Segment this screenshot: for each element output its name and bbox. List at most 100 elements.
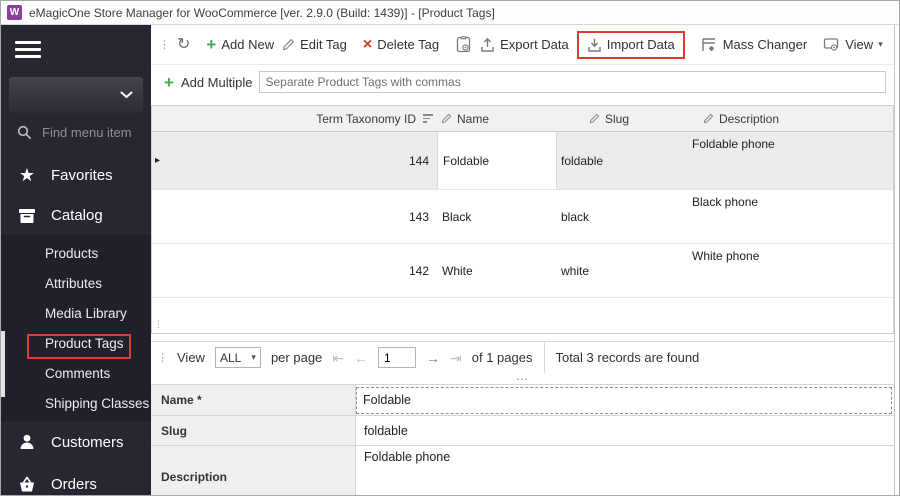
sidebar-item-shipping-classes[interactable]: Shipping Classes <box>1 388 151 418</box>
selected-row-marker-icon: ▸ <box>155 155 161 166</box>
row-indicator <box>152 244 166 297</box>
name-field-input[interactable] <box>356 386 892 414</box>
title-bar: W eMagicOne Store Manager for WooCommerc… <box>1 1 899 25</box>
cell-name[interactable]: White <box>437 244 557 297</box>
per-page-select[interactable]: ALL ▾ <box>214 347 261 368</box>
person-icon <box>17 433 37 451</box>
star-icon: ★ <box>18 165 36 185</box>
basket-icon <box>17 476 37 493</box>
cell-description[interactable]: White phone <box>667 244 893 297</box>
sidebar-nav: ★ Favorites Catalog Products Attributes … <box>1 155 151 495</box>
export-data-button[interactable]: Export Data <box>480 37 569 53</box>
sidebar-item-label: Customers <box>51 433 124 451</box>
sidebar-item-catalog[interactable]: Catalog <box>1 195 151 235</box>
sidebar-item-product-tags[interactable]: Product Tags <box>1 328 151 358</box>
caret-down-icon: ▾ <box>251 352 256 362</box>
total-records-label: Total 3 records are found <box>555 350 700 365</box>
pager-drag-handle[interactable]: ⋮ <box>157 351 168 364</box>
annotation-highlight-import-data: Import Data <box>576 30 685 59</box>
sidebar-item-label: Catalog <box>51 206 103 224</box>
pencil-icon <box>283 39 295 51</box>
refresh-icon: ↻ <box>177 35 191 53</box>
column-header-term-taxonomy-id[interactable]: Term Taxonomy ID <box>166 106 437 131</box>
mass-changer-icon <box>701 37 715 51</box>
description-field-label: Description <box>151 446 356 495</box>
table-row[interactable]: 143 Black black Black phone <box>152 190 893 244</box>
panel-splitter-handle[interactable]: … <box>151 369 894 384</box>
sidebar-item-label: Favorites <box>51 166 113 184</box>
pencil-icon <box>589 113 600 124</box>
view-button[interactable]: View ▾ <box>823 37 883 52</box>
caret-down-icon: ▾ <box>878 39 883 49</box>
add-multiple-input[interactable] <box>259 71 886 93</box>
column-header-name[interactable]: Name <box>437 106 557 131</box>
cell-description[interactable]: Foldable phone <box>667 132 893 189</box>
last-page-button[interactable]: ⇥ <box>450 351 462 365</box>
catalog-submenu: Products Attributes Media Library Produc… <box>1 235 151 421</box>
view-eye-icon <box>824 38 839 51</box>
delete-tag-button[interactable]: × Delete Tag <box>363 36 439 53</box>
pager-separator <box>544 342 546 373</box>
pages-count-label: of 1 pages <box>471 350 533 365</box>
add-new-button[interactable]: + Add New <box>206 36 274 53</box>
add-multiple-row: + Add Multiple <box>151 65 894 99</box>
prev-page-button[interactable]: ← <box>354 351 368 365</box>
view-label: View <box>177 350 205 365</box>
refresh-button[interactable]: ↻ <box>177 35 191 53</box>
first-page-button[interactable]: ⇤ <box>332 351 344 365</box>
row-indicator-header <box>152 106 166 131</box>
sidebar-item-attributes[interactable]: Attributes <box>1 268 151 298</box>
cell-term-taxonomy-id[interactable]: 144 <box>166 132 437 189</box>
cell-term-taxonomy-id[interactable]: 143 <box>166 190 437 243</box>
detail-row-description: Description Foldable phone <box>151 445 894 495</box>
import-data-button[interactable]: Import Data <box>587 37 675 53</box>
sidebar-item-products[interactable]: Products <box>1 238 151 268</box>
import-tray-icon <box>588 38 601 52</box>
window-title: eMagicOne Store Manager for WooCommerce … <box>29 5 495 20</box>
plus-icon: + <box>164 72 174 92</box>
search-icon <box>17 125 31 139</box>
tags-grid: Term Taxonomy ID Name Slug Description ▸… <box>151 105 894 334</box>
description-field-value[interactable]: Foldable phone <box>356 450 450 464</box>
preview-button[interactable] <box>455 36 472 53</box>
grid-scroll-handle[interactable]: ⋮ <box>154 320 163 329</box>
detail-row-slug: Slug foldable <box>151 415 894 445</box>
next-page-button[interactable]: → <box>426 351 440 365</box>
sidebar-scrollbar-thumb[interactable] <box>1 331 5 397</box>
sidebar-search <box>1 117 151 147</box>
row-indicator <box>152 190 166 243</box>
cell-name[interactable]: Foldable <box>437 132 557 189</box>
table-row[interactable]: 142 White white White phone <box>152 244 893 298</box>
chevron-down-icon <box>120 91 133 98</box>
app-logo-icon: W <box>7 5 22 20</box>
sidebar: ★ Favorites Catalog Products <box>1 25 151 495</box>
pencil-icon <box>441 113 452 124</box>
slug-field-label: Slug <box>151 416 356 445</box>
main-panel: ⋮ ↻ + Add New Edit Tag × Delete Tag Expo… <box>151 25 894 495</box>
app-window: W eMagicOne Store Manager for WooCommerc… <box>0 0 900 496</box>
hamburger-menu-icon[interactable] <box>15 41 41 61</box>
cell-slug[interactable]: foldable <box>557 132 667 189</box>
store-selector[interactable] <box>9 77 143 113</box>
mass-changer-button[interactable]: Mass Changer <box>701 37 807 53</box>
sidebar-item-customers[interactable]: Customers <box>1 421 151 463</box>
edit-tag-button[interactable]: Edit Tag <box>282 37 347 52</box>
cell-name[interactable]: Black <box>437 190 557 243</box>
column-header-description[interactable]: Description <box>667 106 893 131</box>
sidebar-item-comments[interactable]: Comments <box>1 358 151 388</box>
sidebar-item-favorites[interactable]: ★ Favorites <box>1 155 151 195</box>
pencil-icon <box>703 113 714 124</box>
table-row[interactable]: ▸ 144 Foldable foldable Foldable phone <box>152 132 893 190</box>
page-number-input[interactable] <box>378 347 417 368</box>
sidebar-item-media-library[interactable]: Media Library <box>1 298 151 328</box>
cell-slug[interactable]: white <box>557 244 667 297</box>
sidebar-item-orders[interactable]: Orders <box>1 463 151 495</box>
toolbar-drag-handle[interactable]: ⋮ <box>159 38 170 51</box>
search-input[interactable] <box>42 124 142 140</box>
name-field-label: Name * <box>151 385 356 415</box>
slug-field-value[interactable]: foldable <box>356 424 408 438</box>
cell-description[interactable]: Black phone <box>667 190 893 243</box>
cell-slug[interactable]: black <box>557 190 667 243</box>
cell-term-taxonomy-id[interactable]: 142 <box>166 244 437 297</box>
column-header-slug[interactable]: Slug <box>557 106 667 131</box>
